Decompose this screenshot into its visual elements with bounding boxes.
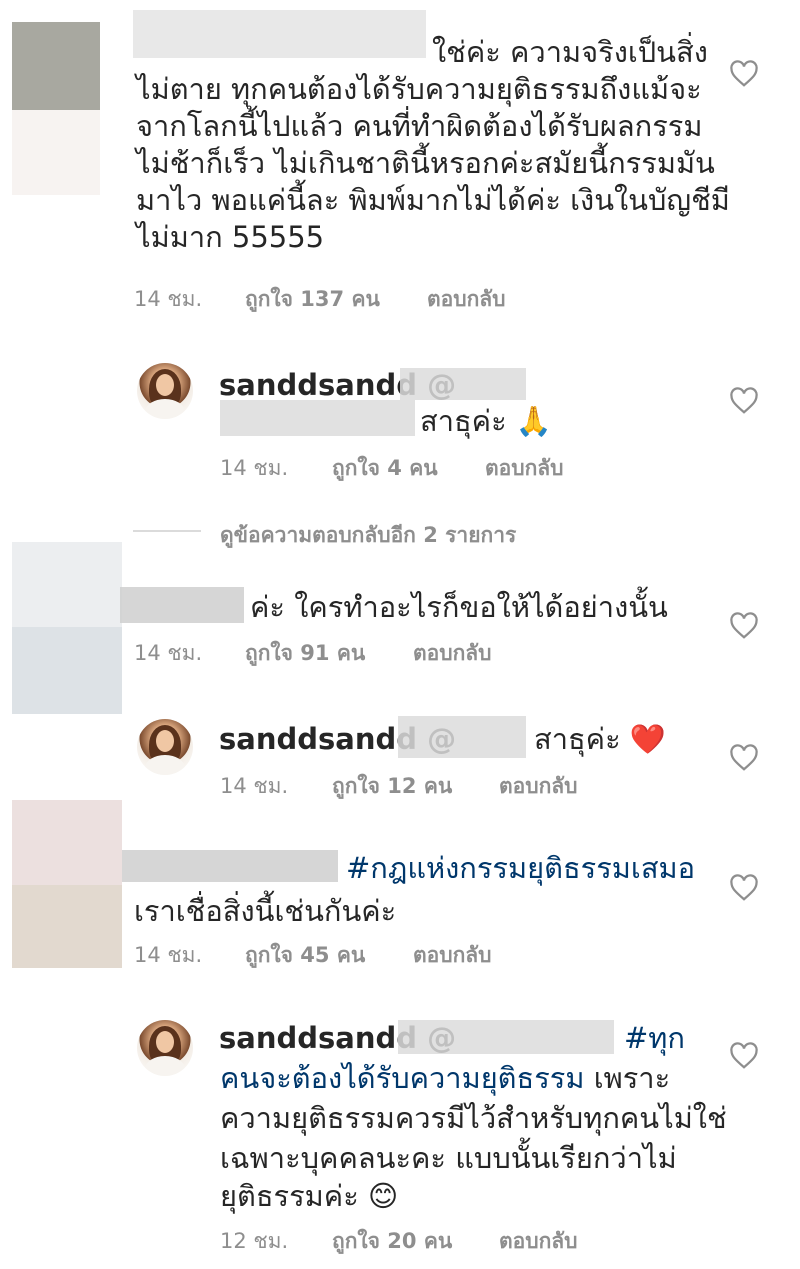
avatar-blurred-lower	[12, 627, 122, 714]
heart-outline-icon[interactable]	[729, 612, 759, 640]
reply-button[interactable]: ตอบกลับ	[499, 770, 578, 803]
reply-button[interactable]: ตอบกลับ	[413, 637, 492, 670]
comment-text-line: ไม่ตาย ทุกคนต้องได้รับความยุติธรรมถึงแม้…	[136, 72, 702, 106]
heart-outline-icon[interactable]	[729, 60, 759, 88]
comment-text: เราเชื่อสิ่งนี้เช่นกันค่ะ	[134, 894, 397, 928]
divider-line	[133, 530, 201, 532]
comment-text-line: จากโลกนี้ไปแล้ว คนที่ทำผิดต้องได้รับผลกร…	[136, 109, 703, 143]
comment-text-line: ไม่ช้าก็เร็ว ไม่เกินชาตินี้หรอกค่ะสมัยนี…	[136, 146, 715, 180]
avatar-blurred	[12, 22, 100, 110]
heart-outline-icon[interactable]	[729, 874, 759, 902]
avatar-blurred-lower	[12, 885, 122, 968]
reply-button[interactable]: ตอบกลับ	[499, 1225, 578, 1258]
heart-outline-icon[interactable]	[729, 387, 759, 415]
mention-redacted	[398, 1020, 614, 1054]
reply-text: สาธุค่ะ 🙏	[420, 404, 552, 438]
reply-button[interactable]: ตอบกลับ	[485, 452, 564, 485]
comment-time: 14 ชม.	[134, 287, 203, 311]
reply-text-line: ความยุติธรรมควรมีไว้สำหรับทุกคนไม่ใช่	[220, 1101, 727, 1135]
comment-text-line: ไม่มาก 55555	[136, 220, 325, 254]
reply-text: เพราะ	[584, 1061, 671, 1095]
reply-text-line: ยุติธรรมค่ะ 😊	[220, 1179, 399, 1213]
reply-hashtag[interactable]: #ทุก	[624, 1020, 685, 1057]
view-more-replies-label[interactable]: ดูข้อความตอบกลับอีก 2 รายการ	[220, 519, 516, 552]
comment-time: 14 ชม.	[134, 943, 203, 967]
avatar-blurred-lower	[12, 110, 100, 195]
mention-redacted	[398, 716, 526, 758]
comment-time: 14 ชม.	[220, 774, 289, 798]
reply-text: สาธุค่ะ ❤️	[534, 722, 666, 756]
reply-text-line: เฉพาะบุคคลนะคะ แบบนั้นเรียกว่าไม่	[220, 1141, 677, 1175]
comment-time: 12 ชม.	[220, 1229, 289, 1253]
mention-redacted	[220, 400, 415, 436]
like-count[interactable]: ถูกใจ 12 คน	[332, 770, 452, 803]
reply-button[interactable]: ตอบกลับ	[427, 283, 506, 316]
reply-button[interactable]: ตอบกลับ	[413, 939, 492, 972]
comment-time: 14 ชม.	[134, 641, 203, 665]
comment-text: ค่ะ ใครทำอะไรก็ขอให้ได้อย่างนั้น	[250, 590, 668, 624]
avatar[interactable]	[137, 363, 193, 419]
like-count[interactable]: ถูกใจ 4 คน	[332, 452, 438, 485]
like-count[interactable]: ถูกใจ 45 คน	[245, 939, 365, 972]
comment-hashtag[interactable]: #กฎแห่งกรรมยุติธรรมเสมอ	[346, 850, 695, 887]
heart-outline-icon[interactable]	[729, 1042, 759, 1070]
heart-outline-icon[interactable]	[729, 744, 759, 772]
username-redacted	[133, 10, 426, 58]
reply-hashtag-cont[interactable]: คนจะต้องได้รับความยุติธรรม	[220, 1061, 584, 1095]
comment-text-line: ใช่ค่ะ ความจริงเป็นสิ่ง	[432, 35, 708, 69]
like-count[interactable]: ถูกใจ 137 คน	[245, 283, 380, 316]
avatar[interactable]	[137, 1020, 193, 1076]
avatar-blurred	[12, 542, 122, 627]
avatar-blurred	[12, 800, 122, 885]
comment-time: 14 ชม.	[220, 456, 289, 480]
username-redacted	[120, 587, 244, 623]
mention-redacted	[400, 368, 526, 400]
like-count[interactable]: ถูกใจ 91 คน	[245, 637, 365, 670]
avatar[interactable]	[137, 719, 193, 775]
username-redacted	[122, 850, 338, 882]
like-count[interactable]: ถูกใจ 20 คน	[332, 1225, 452, 1258]
comment-text-line: มาไว พอแค่นี้ละ พิมพ์มากไม่ได้ค่ะ เงินใน…	[136, 183, 730, 217]
